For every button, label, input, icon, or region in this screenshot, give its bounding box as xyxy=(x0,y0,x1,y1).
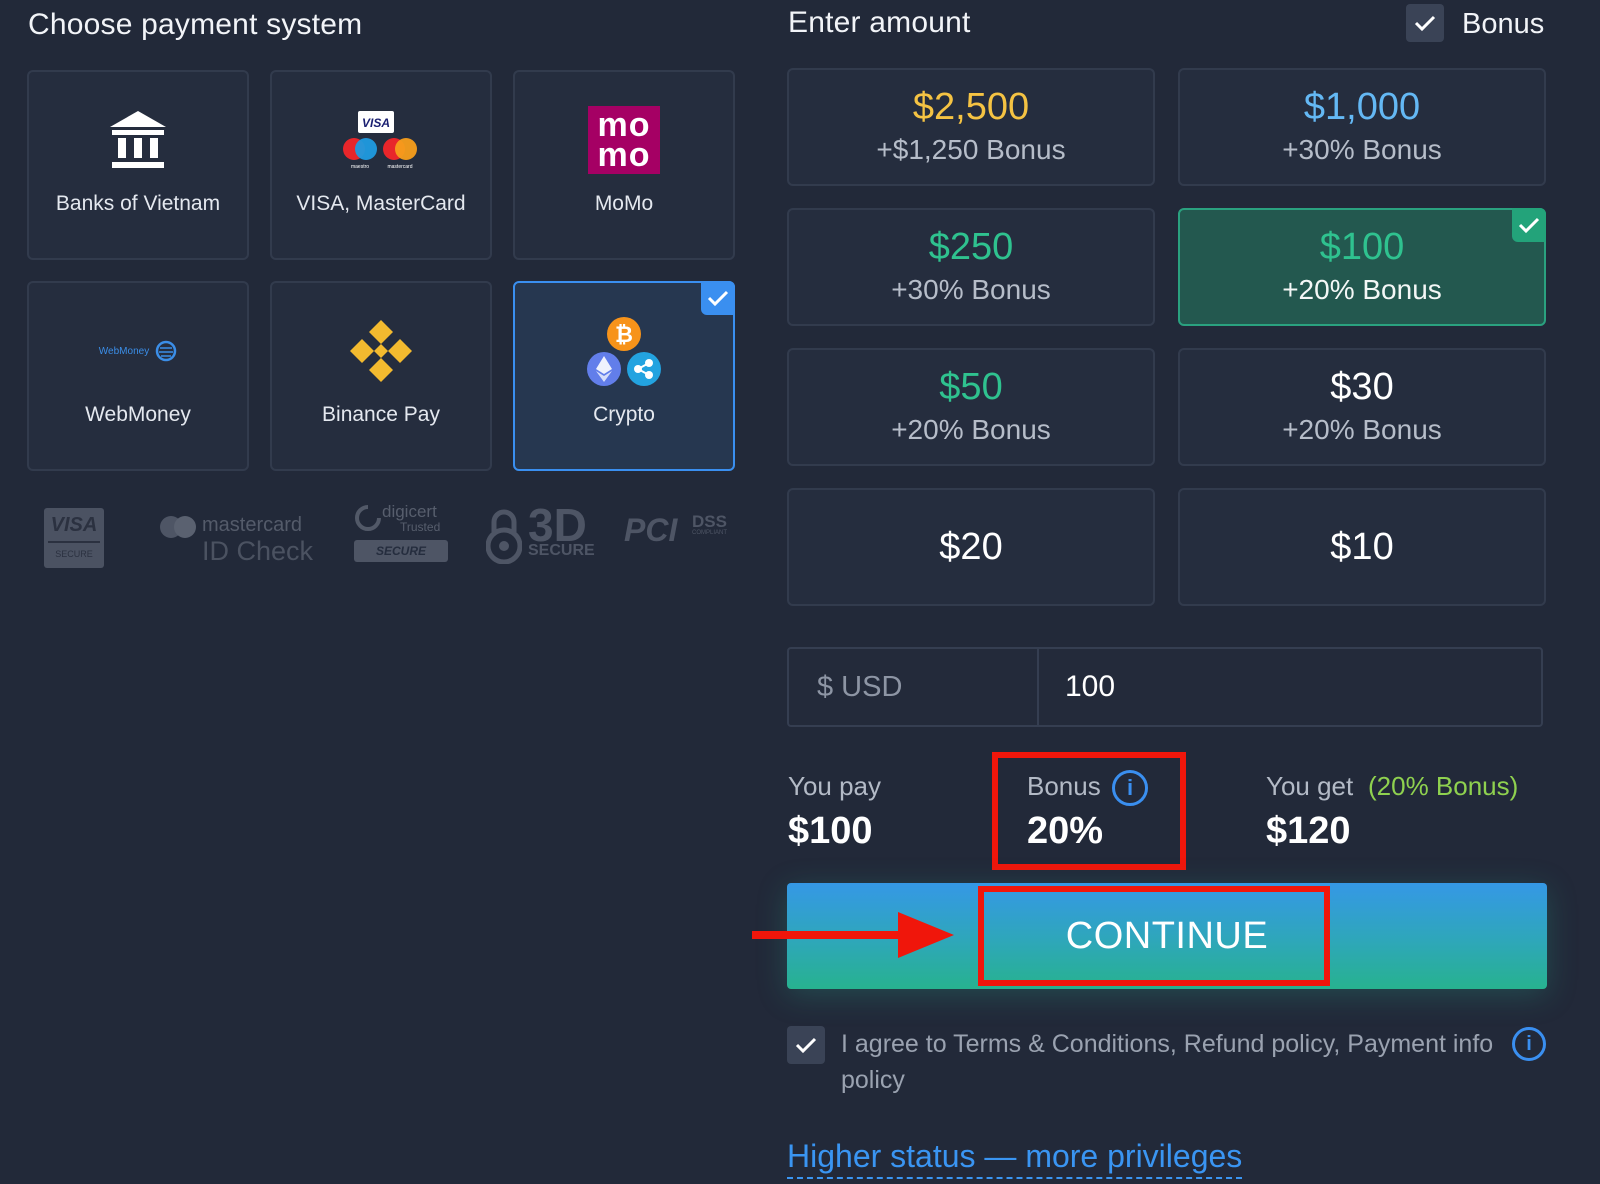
agree-text: I agree to Terms & Conditions, Refund po… xyxy=(841,1030,1494,1094)
bonus-checkbox[interactable] xyxy=(1406,4,1444,42)
payment-method-crypto[interactable]: ₿ Crypto xyxy=(513,281,735,471)
amount-value: $1,000 xyxy=(1303,86,1421,128)
payment-method-webmoney[interactable]: WebMoney WebMoney xyxy=(27,281,249,471)
you-get-value: $120 xyxy=(1266,810,1351,852)
momo-icon: mo mo xyxy=(515,72,733,192)
bonus-value: 20% xyxy=(1027,810,1104,852)
svg-text:₿: ₿ xyxy=(615,322,633,347)
payment-method-label: Banks of Vietnam xyxy=(55,192,221,215)
amount-bonus: +$1,250 Bonus xyxy=(876,134,1066,165)
amount-section-title: Enter amount xyxy=(788,6,971,39)
amount-value: $10 xyxy=(1330,526,1394,568)
annotation-arrow-icon xyxy=(752,912,954,958)
you-get-label: You get xyxy=(1266,771,1354,801)
digicert-logo: digicert Trusted SECURE xyxy=(354,502,454,568)
amount-input[interactable] xyxy=(1039,649,1541,725)
mastercard-mini-text: mastercard xyxy=(387,164,412,170)
webmoney-icon: WebMoney xyxy=(29,283,247,403)
amount-value: $30 xyxy=(1330,366,1394,408)
payment-section-title: Choose payment system xyxy=(28,8,363,41)
amount-option-250[interactable]: $250 +30% Bonus xyxy=(787,208,1155,326)
amount-bonus: +20% Bonus xyxy=(1282,414,1442,445)
amount-option-20[interactable]: $20 xyxy=(787,488,1155,606)
amount-input-group: $ USD xyxy=(787,647,1543,727)
visa-mini-text: VISA xyxy=(362,116,390,130)
globe-icon xyxy=(155,340,177,362)
selected-check-icon xyxy=(1512,208,1546,242)
check-icon xyxy=(795,1037,817,1054)
payment-method-binance-pay[interactable]: Binance Pay xyxy=(270,281,492,471)
amount-option-30[interactable]: $30 +20% Bonus xyxy=(1178,348,1546,466)
binance-icon xyxy=(272,283,490,403)
you-pay-value: $100 xyxy=(788,810,873,852)
mastercard-id-check-logo: mastercard ID Check xyxy=(158,510,318,570)
pci-dss-logo: PCI DSS COMPLIANT xyxy=(624,512,728,548)
amount-value: $20 xyxy=(939,526,1003,568)
payment-method-label: WebMoney xyxy=(85,403,191,426)
security-logos: VISA SECURE mastercard ID Check digicert… xyxy=(40,499,740,580)
bonus-checkbox-label: Bonus xyxy=(1462,8,1545,40)
webmoney-logo-text: WebMoney xyxy=(98,345,150,357)
you-pay-label: You pay xyxy=(788,771,882,801)
agree-info-icon[interactable]: i xyxy=(1512,1027,1546,1061)
amount-value: $2,500 xyxy=(912,86,1030,128)
selected-check-icon xyxy=(701,281,735,315)
amount-bonus: +20% Bonus xyxy=(1282,274,1442,305)
payment-method-banks-of-vietnam[interactable]: Banks of Vietnam xyxy=(27,70,249,260)
3d-secure-logo: 3D SECURE xyxy=(486,499,596,572)
visa-secure-logo: VISA SECURE xyxy=(44,508,104,568)
bank-icon xyxy=(29,72,247,192)
payment-method-label: VISA, MasterCard xyxy=(296,192,466,215)
payment-method-visa-mastercard[interactable]: VISA maestro mastercard VISA, MasterCard xyxy=(270,70,492,260)
payment-method-label: Binance Pay xyxy=(322,403,440,426)
amount-option-10[interactable]: $10 xyxy=(1178,488,1546,606)
payment-method-momo[interactable]: mo mo MoMo xyxy=(513,70,735,260)
amount-bonus: +30% Bonus xyxy=(1282,134,1442,165)
amount-value: $100 xyxy=(1319,226,1405,268)
payment-method-label: Crypto xyxy=(593,403,655,426)
bonus-info-icon[interactable]: i xyxy=(1112,770,1148,806)
amount-option-50[interactable]: $50 +20% Bonus xyxy=(787,348,1155,466)
currency-label: $ USD xyxy=(789,649,1039,725)
amount-value: $250 xyxy=(928,226,1014,268)
amount-bonus: +30% Bonus xyxy=(891,274,1051,305)
visa-mastercard-icon: VISA maestro mastercard xyxy=(272,72,490,192)
amount-option-100[interactable]: $100 +20% Bonus xyxy=(1178,208,1546,326)
you-get-bonus-note: (20% Bonus) xyxy=(1368,771,1519,801)
payment-method-label: MoMo xyxy=(594,192,654,215)
amount-option-2500[interactable]: $2,500 +$1,250 Bonus xyxy=(787,68,1155,186)
amount-value: $50 xyxy=(939,366,1003,408)
momo-logo-text: mo mo xyxy=(588,106,660,174)
higher-status-link[interactable]: Higher status — more privileges xyxy=(787,1138,1243,1179)
amount-bonus: +20% Bonus xyxy=(891,414,1051,445)
agree-checkbox[interactable] xyxy=(787,1026,825,1064)
amount-option-1000[interactable]: $1,000 +30% Bonus xyxy=(1178,68,1546,186)
check-icon xyxy=(1414,15,1436,32)
maestro-mini-text: maestro xyxy=(351,164,369,170)
bonus-label: Bonus xyxy=(1027,771,1101,801)
